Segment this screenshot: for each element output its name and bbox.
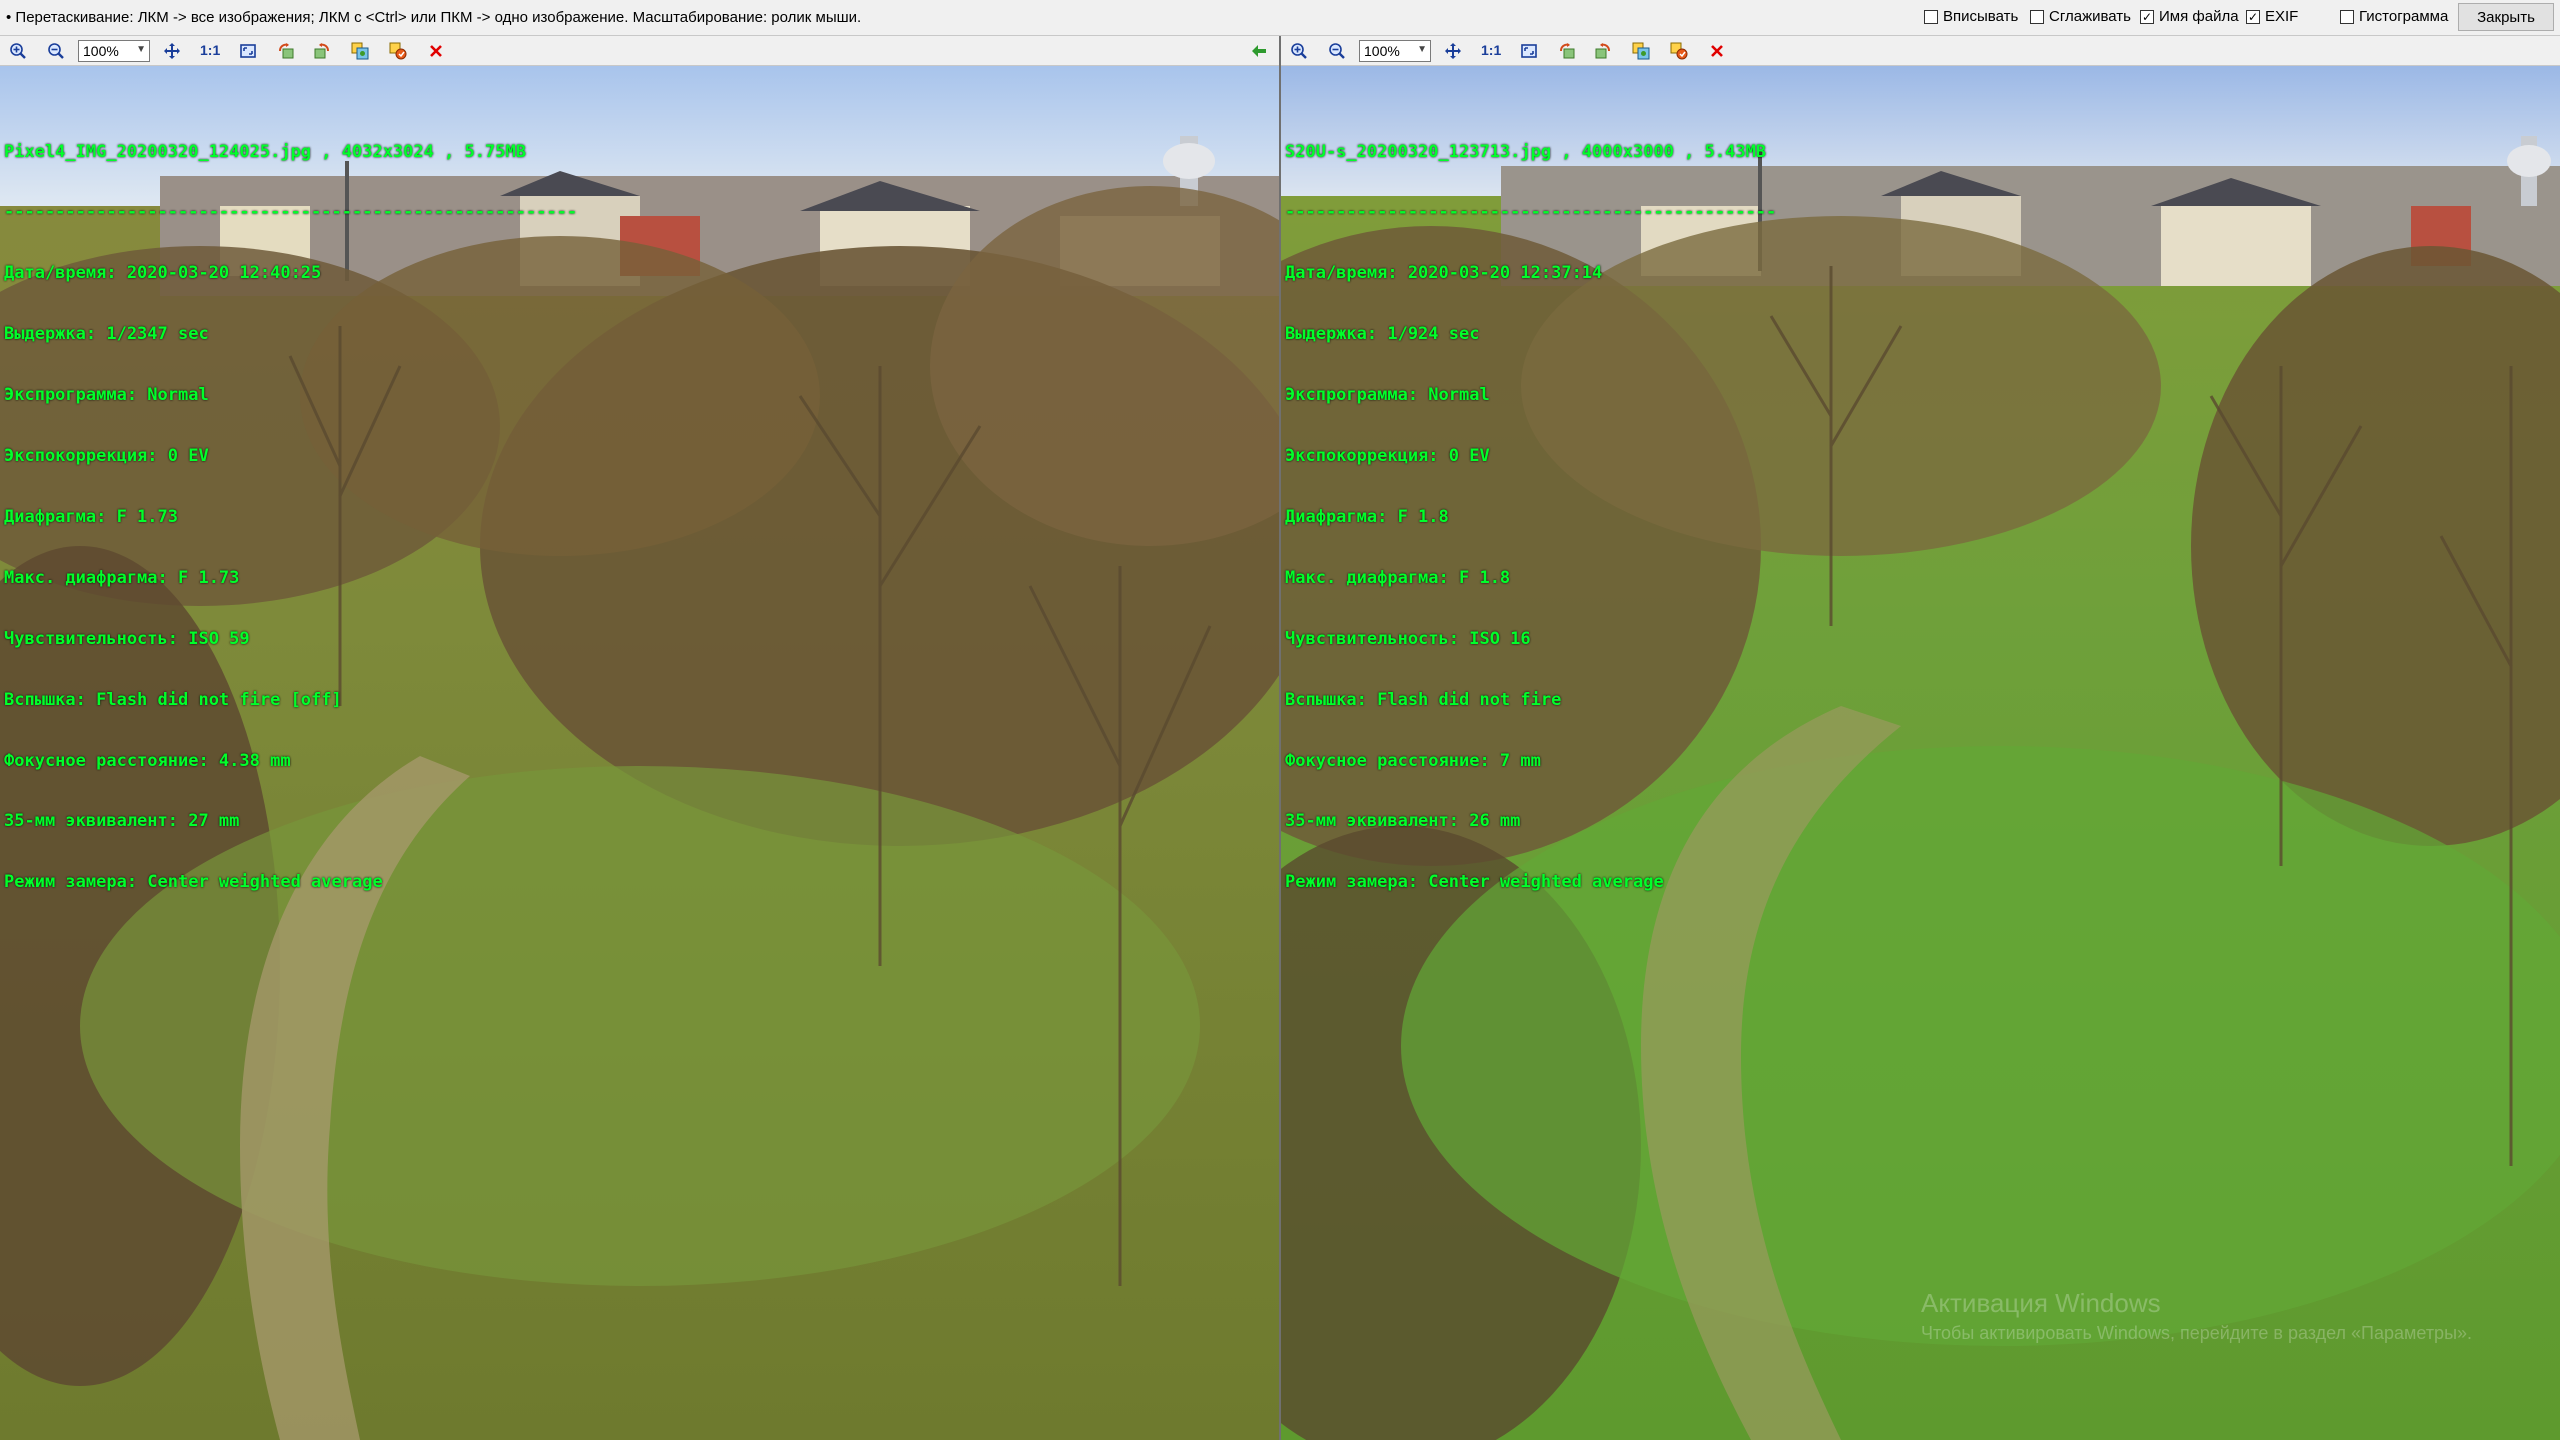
right-exif-aperture: Диафрагма: F 1.8 [1285,506,1449,527]
rotate-left-icon[interactable] [1555,40,1579,62]
copy-image-icon[interactable] [348,40,372,62]
close-red-x-icon[interactable] [424,40,448,62]
right-exif-exposure: Выдержка: 1/924 sec [1285,324,1480,345]
fit-window-icon[interactable] [1517,40,1541,62]
left-exif-35mm: 35-мм эквивалент: 27 mm [4,811,240,832]
histogram-checkbox[interactable] [2340,9,2354,24]
right-exif-datetime: Дата/время: 2020-03-20 12:37:14 [1285,263,1603,284]
exif-checkbox[interactable]: ✓ [2246,9,2260,24]
left-exif-focal: Фокусное расстояние: 4.38 mm [4,750,291,771]
sync-green-arrow-icon[interactable] [1247,40,1271,62]
move-arrows-icon[interactable] [160,40,184,62]
option-smooth[interactable]: Сглаживать [2030,8,2131,25]
right-exif-program: Экспрограмма: Normal [1285,385,1490,406]
left-exif-program: Экспрограмма: Normal [4,385,209,406]
actual-size-button[interactable]: 1:1 [200,42,220,58]
option-filename[interactable]: ✓ Имя файла [2140,8,2239,25]
exif-label: EXIF [2265,8,2299,25]
left-exif-ev: Экспокоррекция: 0 EV [4,446,209,467]
chevron-down-icon: ▼ [136,44,146,55]
left-exif-overlay: Pixel4_IMG_20200320_124025.jpg , 4032x30… [4,101,577,933]
smooth-checkbox[interactable] [2030,9,2044,24]
close-button[interactable]: Закрыть [2458,3,2554,31]
left-exif-flash: Вспышка: Flash did not fire [off] [4,689,342,710]
save-image-icon[interactable] [386,40,410,62]
rotate-right-icon[interactable] [310,40,334,62]
zoom-select[interactable]: 100% ▼ [78,40,150,62]
left-separator: ----------------------------------------… [4,202,578,223]
save-image-icon[interactable] [1667,40,1691,62]
left-exif-metering: Режим замера: Center weighted average [4,872,383,893]
right-exif-max-aperture: Макс. диафрагма: F 1.8 [1285,567,1511,588]
right-exif-flash: Вспышка: Flash did not fire [1285,689,1562,710]
left-image-pane[interactable]: 100% ▼ 1:1 Pixel4_IMG_20200320_124025.jp… [0,36,1279,1440]
right-separator: ----------------------------------------… [1285,202,1777,223]
filename-checkbox[interactable]: ✓ [2140,9,2154,24]
move-arrows-icon[interactable] [1441,40,1465,62]
chevron-down-icon: ▼ [1417,44,1427,55]
copy-image-icon[interactable] [1629,40,1653,62]
fit-window-icon[interactable] [236,40,260,62]
zoom-in-icon[interactable] [6,40,30,62]
filename-label: Имя файла [2159,8,2239,25]
option-histogram[interactable]: Гистограмма [2340,8,2448,25]
actual-size-button[interactable]: 1:1 [1481,42,1501,58]
zoom-select[interactable]: 100% ▼ [1359,40,1431,62]
option-fit[interactable]: Вписывать [1924,8,2018,25]
usage-hint-text: • Перетаскивание: ЛКМ -> все изображения… [6,9,862,26]
smooth-label: Сглаживать [2049,8,2131,25]
zoom-value: 100% [83,43,119,59]
left-exif-exposure: Выдержка: 1/2347 sec [4,324,209,345]
left-exif-max-aperture: Макс. диафрагма: F 1.73 [4,567,240,588]
rotate-right-icon[interactable] [1591,40,1615,62]
left-exif-datetime: Дата/время: 2020-03-20 12:40:25 [4,263,322,284]
windows-activation-watermark: Активация Windows Чтобы активировать Win… [1921,1288,2472,1348]
right-toolbar: 100% ▼ 1:1 [1281,36,2560,66]
option-exif[interactable]: ✓ EXIF [2246,8,2298,25]
left-file-info: Pixel4_IMG_20200320_124025.jpg , 4032x30… [4,141,526,162]
left-exif-aperture: Диафрагма: F 1.73 [4,506,178,527]
zoom-value: 100% [1364,43,1400,59]
right-exif-overlay: S20U-s_20200320_123713.jpg , 4000x3000 ,… [1285,101,1776,933]
left-toolbar: 100% ▼ 1:1 [0,36,1279,66]
right-exif-ev: Экспокоррекция: 0 EV [1285,446,1490,467]
left-exif-iso: Чувствительность: ISO 59 [4,628,250,649]
close-red-x-icon[interactable] [1705,40,1729,62]
right-exif-iso: Чувствительность: ISO 16 [1285,628,1531,649]
watermark-title: Активация Windows [1921,1288,2161,1318]
right-exif-35mm: 35-мм эквивалент: 26 mm [1285,811,1521,832]
zoom-in-icon[interactable] [1287,40,1311,62]
right-photo[interactable]: S20U-s_20200320_123713.jpg , 4000x3000 ,… [1281,66,2560,1440]
left-photo[interactable]: Pixel4_IMG_20200320_124025.jpg , 4032x30… [0,66,1279,1440]
fit-label: Вписывать [1943,8,2019,25]
zoom-out-icon[interactable] [1325,40,1349,62]
fit-checkbox[interactable] [1924,9,1938,24]
watermark-subtitle: Чтобы активировать Windows, перейдите в … [1921,1323,2473,1343]
right-exif-focal: Фокусное расстояние: 7 mm [1285,750,1541,771]
top-hint-bar: • Перетаскивание: ЛКМ -> все изображения… [0,0,2560,36]
histogram-label: Гистограмма [2359,8,2449,25]
rotate-left-icon[interactable] [274,40,298,62]
right-file-info: S20U-s_20200320_123713.jpg , 4000x3000 ,… [1285,141,1767,162]
zoom-out-icon[interactable] [44,40,68,62]
right-image-pane[interactable]: 100% ▼ 1:1 S20U-s_20200320_123713.jpg , … [1281,36,2560,1440]
right-exif-metering: Режим замера: Center weighted average [1285,872,1664,893]
